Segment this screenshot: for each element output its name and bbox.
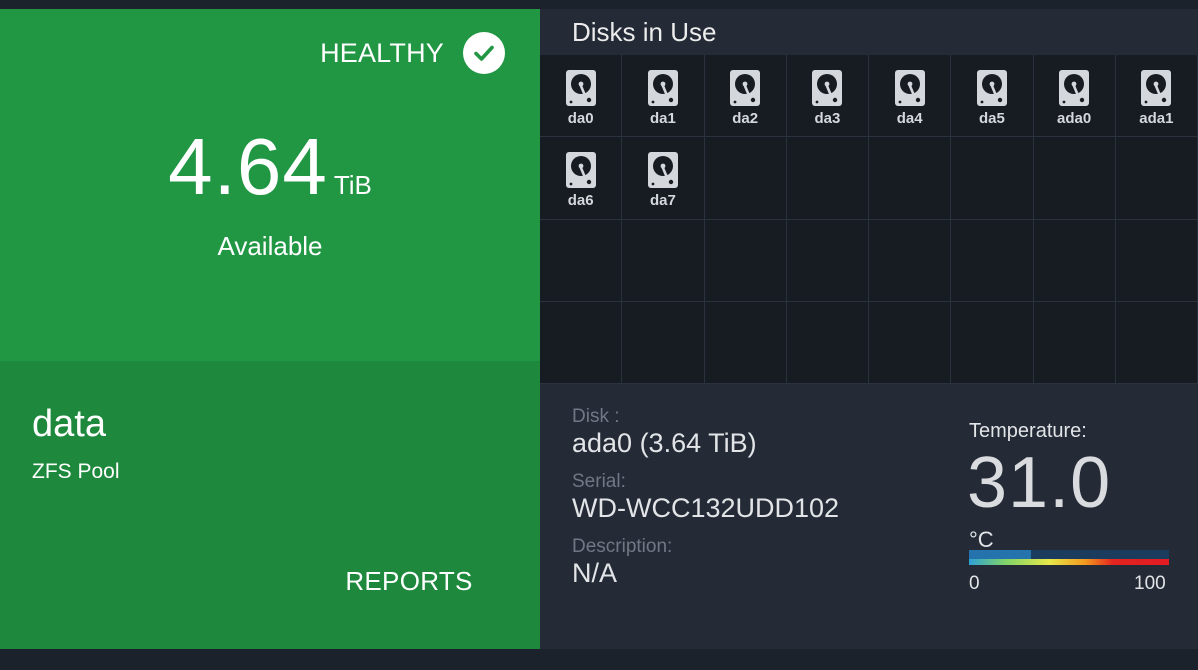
temperature-unit: °C	[969, 527, 994, 552]
empty-disk-slot	[869, 137, 952, 220]
pool-capacity-section: HEALTHY 4.64 TiB Available	[0, 9, 540, 361]
disk-item[interactable]: ada0	[1033, 55, 1116, 138]
empty-disk-slot	[622, 219, 705, 302]
empty-disk-slot	[1115, 137, 1198, 220]
serial-field-value: WD-WCC132UDD102	[572, 493, 840, 523]
pool-widget: HEALTHY 4.64 TiB Available data ZFS Pool …	[0, 9, 1198, 649]
empty-disk-slot	[704, 137, 787, 220]
hard-disk-icon	[1058, 69, 1090, 107]
disk-label: da1	[649, 110, 676, 127]
description-field-value: N/A	[572, 558, 618, 588]
disk-label: ada0	[1057, 110, 1092, 127]
pool-info-section: data ZFS Pool REPORTS	[0, 361, 540, 649]
disk-label: da3	[814, 110, 841, 127]
disk-grid: da0 da1 da2 da3 da4 da5 ada0 ada1 da6 da7	[540, 55, 1198, 384]
empty-disk-slot	[869, 301, 952, 384]
serial-field-label: Serial:	[572, 471, 626, 492]
gauge-level	[969, 550, 1031, 559]
gauge-max-label: 100	[1134, 573, 1166, 594]
hard-disk-icon	[565, 151, 597, 189]
pool-name: data	[32, 403, 106, 445]
gauge-color-scale	[969, 559, 1169, 565]
empty-disk-slot	[622, 301, 705, 384]
available-capacity-unit: TiB	[333, 170, 372, 200]
empty-disk-slot	[704, 301, 787, 384]
disk-label: da7	[649, 192, 676, 210]
empty-disk-slot	[786, 137, 869, 220]
empty-disk-slot	[1115, 301, 1198, 384]
empty-disk-slot	[951, 137, 1034, 220]
hard-disk-icon	[647, 151, 679, 189]
disk-field-value: ada0 (3.64 TiB)	[572, 428, 757, 458]
pool-type: ZFS Pool	[32, 460, 120, 483]
empty-disk-slot	[1033, 301, 1116, 384]
disk-item[interactable]: da7	[622, 137, 705, 220]
hard-disk-icon	[976, 69, 1008, 107]
available-capacity: 4.64 TiB	[0, 121, 540, 213]
disk-item[interactable]: da2	[704, 55, 787, 138]
empty-disk-slot	[1115, 219, 1198, 302]
disk-item[interactable]: da3	[786, 55, 869, 138]
pool-health-status: HEALTHY	[320, 32, 505, 74]
hard-disk-icon	[894, 69, 926, 107]
disk-label: da4	[896, 110, 923, 127]
hard-disk-icon	[811, 69, 843, 107]
empty-disk-slot	[704, 219, 787, 302]
hard-disk-icon	[729, 69, 761, 107]
disks-panel: Disks in Use da0 da1 da2 da3 da4 da5 ada0 ada1 d…	[540, 9, 1198, 649]
empty-disk-slot	[951, 219, 1034, 302]
disk-item[interactable]: da5	[951, 55, 1034, 138]
disk-details: Disk : ada0 (3.64 TiB) Serial: WD-WCC132…	[540, 384, 1198, 649]
empty-disk-slot	[786, 301, 869, 384]
gauge-min-label: 0	[969, 573, 980, 594]
check-circle-icon	[463, 32, 505, 74]
health-status-label: HEALTHY	[320, 37, 444, 68]
reports-button[interactable]: REPORTS	[330, 561, 488, 601]
disk-item[interactable]: da4	[869, 55, 952, 138]
temperature-label: Temperature:	[969, 420, 1087, 442]
empty-disk-slot	[1033, 219, 1116, 302]
disk-item[interactable]: ada1	[1115, 55, 1198, 138]
disk-item[interactable]: da6	[540, 137, 623, 220]
disks-panel-title: Disks in Use	[572, 17, 717, 47]
empty-disk-slot	[951, 301, 1034, 384]
disk-label: da6	[567, 192, 594, 210]
empty-disk-slot	[540, 219, 623, 302]
pool-summary-panel: HEALTHY 4.64 TiB Available data ZFS Pool …	[0, 9, 540, 649]
hard-disk-icon	[1140, 69, 1172, 107]
temperature-gauge	[969, 550, 1169, 566]
empty-disk-slot	[1033, 137, 1116, 220]
empty-disk-slot	[786, 219, 869, 302]
empty-disk-slot	[869, 219, 952, 302]
disk-field-label: Disk :	[572, 406, 620, 427]
hard-disk-icon	[565, 69, 597, 107]
disk-label: da2	[732, 110, 759, 127]
disk-label: da0	[567, 110, 594, 127]
hard-disk-icon	[647, 69, 679, 107]
description-field-label: Description:	[572, 536, 673, 557]
disk-label: da5	[978, 110, 1005, 127]
disk-item[interactable]: da0	[540, 55, 623, 138]
disk-item[interactable]: da1	[622, 55, 705, 138]
disk-label: ada1	[1139, 110, 1174, 127]
available-capacity-number: 4.64	[168, 122, 328, 211]
available-label: Available	[217, 231, 323, 261]
empty-disk-slot	[540, 301, 623, 384]
temperature-value: 31.0	[967, 443, 1112, 523]
